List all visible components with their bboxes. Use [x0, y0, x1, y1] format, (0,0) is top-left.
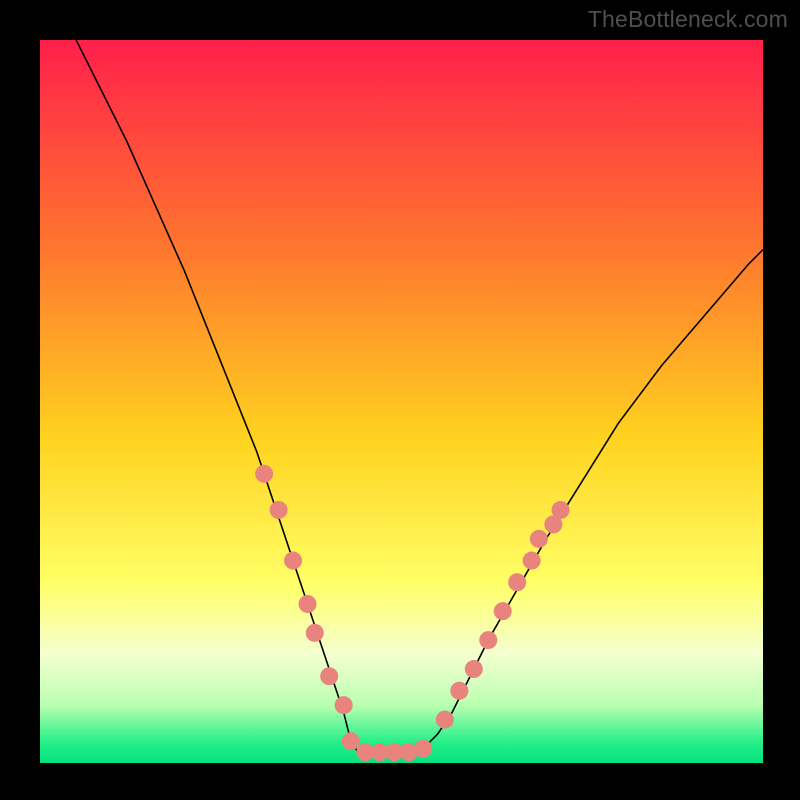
watermark-label: TheBottleneck.com — [588, 6, 788, 33]
marker-dot — [508, 573, 526, 591]
marker-dot — [494, 602, 512, 620]
marker-dot — [450, 682, 468, 700]
marker-dot — [284, 552, 302, 570]
marker-dot — [320, 667, 338, 685]
marker-dot — [523, 552, 541, 570]
marker-dot — [335, 696, 353, 714]
plot-area — [40, 40, 763, 763]
marker-dot — [255, 465, 273, 483]
marker-dot — [342, 732, 360, 750]
marker-dot — [479, 631, 497, 649]
chart-svg — [40, 40, 763, 763]
marker-dot — [306, 624, 324, 642]
marker-dot — [299, 595, 317, 613]
chart-frame: TheBottleneck.com — [0, 0, 800, 800]
marker-dot — [436, 711, 454, 729]
marker-dot — [552, 501, 570, 519]
gradient-background — [40, 40, 763, 763]
marker-dot — [465, 660, 483, 678]
marker-dot — [530, 530, 548, 548]
marker-dot — [414, 740, 432, 758]
marker-dot — [270, 501, 288, 519]
